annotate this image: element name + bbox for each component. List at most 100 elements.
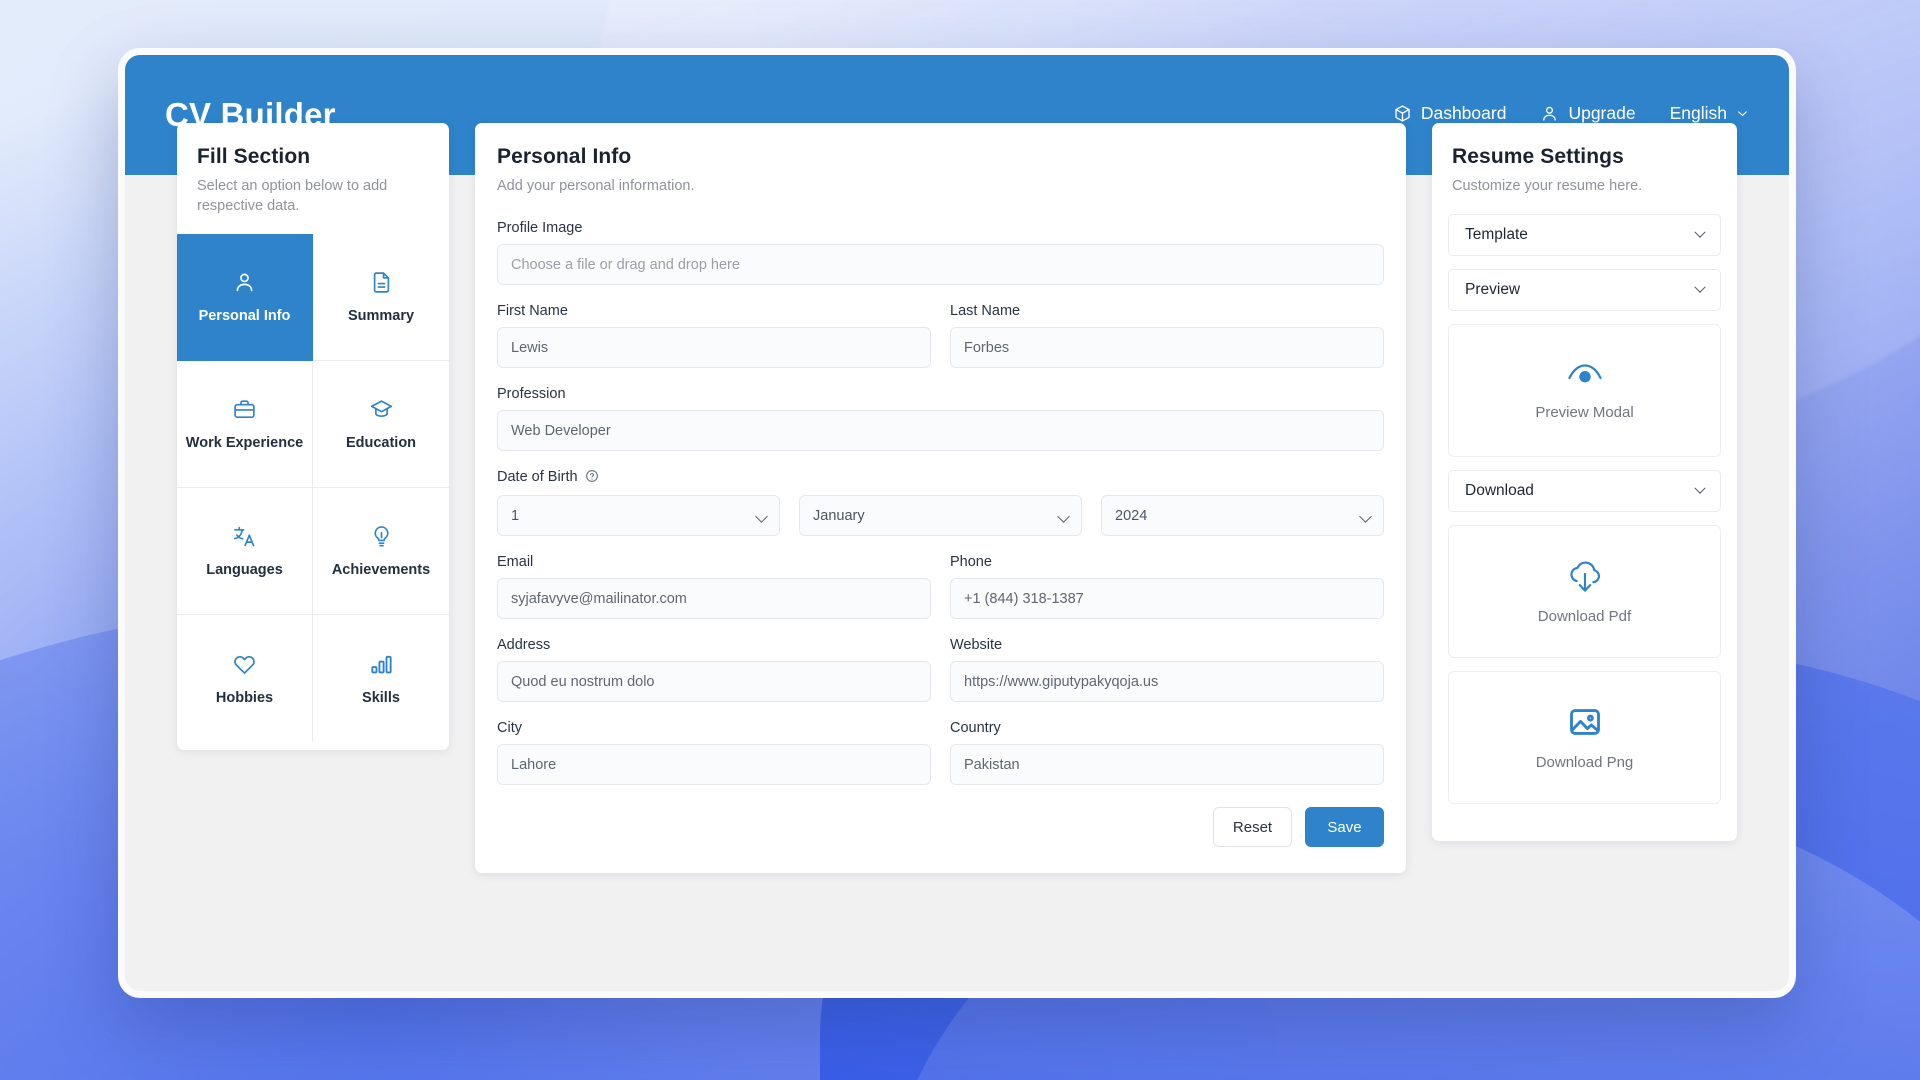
chevron-down-icon	[1694, 226, 1706, 238]
briefcase-icon	[232, 397, 257, 422]
cube-icon	[1393, 104, 1412, 123]
chevron-down-icon	[1736, 107, 1749, 120]
phone-label: Phone	[950, 554, 992, 570]
date-of-birth-year-select[interactable]: 2024	[1101, 495, 1384, 536]
address-row: Address Quod eu nostrum dolo Website htt…	[497, 637, 1384, 702]
sidebar-item-languages[interactable]: Languages	[177, 488, 313, 615]
sidebar-item-education-label: Education	[345, 435, 417, 451]
fill-section-title: Fill Section	[197, 145, 311, 168]
first-name-input[interactable]: Lewis	[497, 327, 931, 368]
sidebar-item-summary-label: Summary	[347, 308, 415, 324]
preview-accordion[interactable]: Preview	[1448, 269, 1721, 311]
nav-item-language-label: English	[1669, 102, 1727, 123]
date-of-birth-selects: 1 January 2024	[497, 495, 1384, 536]
phone-input[interactable]: +1 (844) 318-1387	[950, 578, 1384, 619]
preview-modal-button[interactable]: Preview Modal	[1448, 324, 1721, 457]
lightbulb-icon	[369, 524, 394, 549]
bar-chart-icon	[369, 652, 394, 677]
resume-settings-header: Resume Settings Customize your resume he…	[1432, 123, 1737, 214]
sidebar-item-skills[interactable]: Skills	[313, 615, 449, 742]
resume-settings-subtitle: Customize your resume here.	[1452, 178, 1643, 194]
reset-button[interactable]: Reset	[1213, 807, 1292, 847]
address-input[interactable]: Quod eu nostrum dolo	[497, 661, 931, 702]
address-field: Address Quod eu nostrum dolo	[497, 637, 931, 702]
email-input[interactable]: syjafavyve@mailinator.com	[497, 578, 931, 619]
chevron-down-icon	[1694, 281, 1706, 293]
browser-window: CV Builder Dashboard Upgrade English Fil…	[118, 48, 1796, 998]
sidebar-item-achievements-label: Achievements	[331, 562, 431, 578]
sidebar-item-work-experience[interactable]: Work Experience	[177, 361, 313, 488]
form-subtitle: Add your personal information.	[497, 178, 695, 194]
image-icon	[1567, 704, 1603, 740]
eye-icon	[1566, 360, 1604, 390]
city-input[interactable]: Lahore	[497, 744, 931, 785]
website-field: Website https://www.giputypakyqoja.us	[950, 637, 1384, 702]
fill-section-card: Fill Section Select an option below to a…	[177, 123, 449, 750]
nav-item-language[interactable]: English	[1670, 103, 1749, 124]
personal-info-form-card: Personal Info Add your personal informat…	[475, 123, 1406, 873]
last-name-input[interactable]: Forbes	[950, 327, 1384, 368]
date-of-birth-label-text: Date of Birth	[497, 469, 578, 485]
form-actions: Reset Save	[497, 807, 1384, 847]
nav-item-upgrade[interactable]: Upgrade	[1540, 102, 1636, 124]
website-label: Website	[950, 637, 1003, 653]
last-name-field: Last Name Forbes	[950, 303, 1384, 368]
chevron-down-icon	[1694, 482, 1706, 494]
location-row: City Lahore Country Pakistan	[497, 720, 1384, 785]
graduation-cap-icon	[369, 397, 394, 422]
page-title: Personal Info	[497, 145, 632, 168]
download-pdf-button[interactable]: Download Pdf	[1448, 525, 1721, 658]
nav-item-dashboard-label: Dashboard	[1420, 102, 1507, 123]
date-of-birth-field: Date of Birth 1 January 2024	[497, 469, 1384, 536]
sidebar-item-languages-label: Languages	[206, 562, 283, 578]
nav-item-dashboard[interactable]: Dashboard	[1393, 102, 1507, 124]
resume-settings-title: Resume Settings	[1452, 145, 1624, 168]
sidebar-item-hobbies[interactable]: Hobbies	[177, 615, 313, 742]
sidebar-item-achievements[interactable]: Achievements	[313, 488, 449, 615]
template-accordion-label: Template	[1465, 226, 1528, 243]
sidebar-item-summary[interactable]: Summary	[313, 234, 449, 361]
profile-image-label: Profile Image	[497, 220, 583, 236]
contact-row: Email syjafavyve@mailinator.com Phone +1…	[497, 554, 1384, 619]
country-input[interactable]: Pakistan	[950, 744, 1384, 785]
profile-image-dropzone[interactable]: Choose a file or drag and drop here	[497, 244, 1384, 285]
desktop-background: CV Builder Dashboard Upgrade English Fil…	[0, 0, 1920, 1080]
resume-settings-card: Resume Settings Customize your resume he…	[1432, 123, 1737, 841]
template-accordion[interactable]: Template	[1448, 214, 1721, 256]
nav-item-upgrade-label: Upgrade	[1568, 102, 1636, 123]
sidebar-item-personal-info[interactable]: Personal Info	[177, 234, 313, 361]
download-png-label: Download Png	[1535, 754, 1634, 771]
download-accordion[interactable]: Download	[1448, 470, 1721, 512]
user-icon	[232, 270, 257, 295]
sidebar-item-education[interactable]: Education	[313, 361, 449, 488]
last-name-label: Last Name	[950, 303, 1021, 319]
country-label: Country	[950, 720, 1001, 736]
first-name-field: First Name Lewis	[497, 303, 931, 368]
address-label: Address	[497, 637, 551, 653]
phone-field: Phone +1 (844) 318-1387	[950, 554, 1384, 619]
profession-input[interactable]: Web Developer	[497, 410, 1384, 451]
preview-accordion-label: Preview	[1465, 281, 1521, 298]
website-input[interactable]: https://www.giputypakyqoja.us	[950, 661, 1384, 702]
date-of-birth-month-select[interactable]: January	[799, 495, 1082, 536]
profession-field: Profession Web Developer	[497, 386, 1384, 451]
document-icon	[369, 270, 394, 295]
name-row: First Name Lewis Last Name Forbes	[497, 303, 1384, 368]
profession-label: Profession	[497, 386, 566, 402]
date-of-birth-day-select[interactable]: 1	[497, 495, 780, 536]
city-label: City	[497, 720, 522, 736]
user-icon	[1540, 104, 1559, 123]
email-field: Email syjafavyve@mailinator.com	[497, 554, 931, 619]
question-circle-icon[interactable]	[585, 470, 599, 487]
date-of-birth-label: Date of Birth	[497, 469, 1384, 487]
download-png-button[interactable]: Download Png	[1448, 671, 1721, 804]
fill-section-subtitle: Select an option below to add respective…	[197, 178, 388, 214]
save-button[interactable]: Save	[1305, 807, 1384, 847]
city-field: City Lahore	[497, 720, 931, 785]
email-label: Email	[497, 554, 534, 570]
first-name-label: First Name	[497, 303, 568, 319]
heart-icon	[232, 652, 257, 677]
app-body: Fill Section Select an option below to a…	[125, 123, 1789, 873]
fill-section-header: Fill Section Select an option below to a…	[177, 123, 449, 234]
fill-section-grid: Personal Info Summary Work Experience Ed…	[177, 234, 449, 750]
